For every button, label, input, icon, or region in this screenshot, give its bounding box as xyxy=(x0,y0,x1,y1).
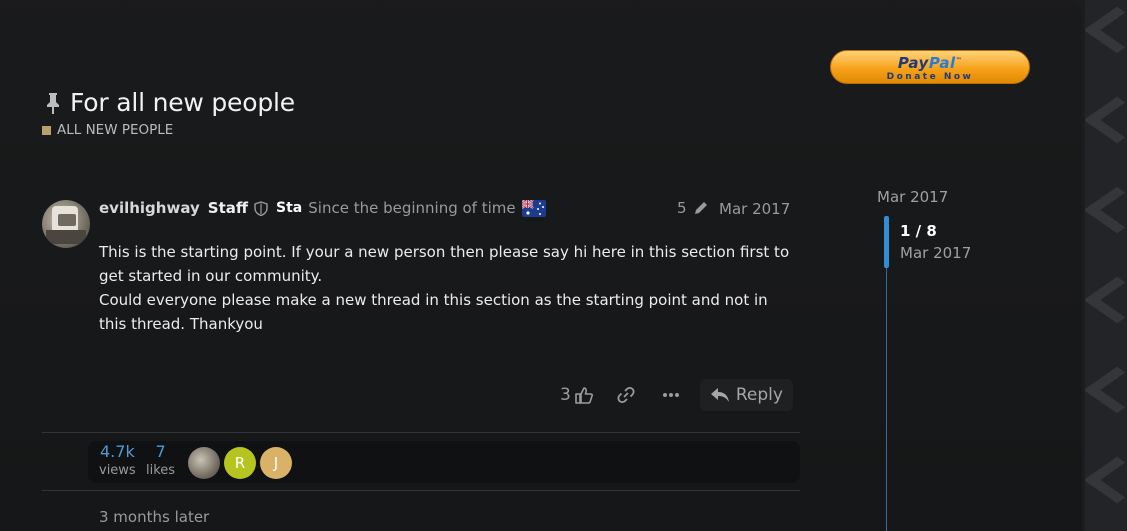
category-badge[interactable]: ALL NEW PEOPLE xyxy=(42,122,173,138)
topic-title-row: For all new people xyxy=(42,88,295,117)
category-color-square xyxy=(42,125,51,135)
views-label: views xyxy=(99,463,136,478)
ellipsis-icon xyxy=(662,393,679,397)
participant-avatar[interactable]: J xyxy=(260,447,292,479)
decorative-side-stripe xyxy=(1085,0,1127,531)
like-count: 3 xyxy=(560,385,571,405)
views-stat[interactable]: 4.7k views xyxy=(99,442,136,480)
paypal-donate-button[interactable]: PayPal™ Donate Now xyxy=(830,50,1030,84)
user-title: Since the beginning of time xyxy=(308,199,516,217)
timeline-start-date[interactable]: Mar 2017 xyxy=(877,188,948,206)
user-flair: Sta xyxy=(276,200,303,216)
link-icon xyxy=(617,386,635,404)
timeline-position: 1 / 8 xyxy=(900,222,937,240)
heart-icon xyxy=(575,387,593,404)
time-gap-label: 3 months later xyxy=(99,508,210,526)
avatar[interactable] xyxy=(42,200,90,248)
timeline-current-date: Mar 2017 xyxy=(900,244,972,262)
divider xyxy=(42,432,800,433)
australia-flag-icon xyxy=(521,199,546,217)
like-button[interactable]: 3 xyxy=(560,385,594,405)
post-paragraph: Could everyone please make a new thread … xyxy=(99,291,768,333)
copy-link-button[interactable] xyxy=(616,386,636,404)
post-meta: evilhighway Staff Sta Since the beginnin… xyxy=(99,199,546,217)
participant-avatar[interactable] xyxy=(188,447,220,479)
paypal-logo: PayPal™ xyxy=(897,54,963,72)
divider xyxy=(42,490,800,491)
edit-history-button[interactable]: 5 xyxy=(677,199,709,217)
post-paragraph: This is the starting point. If your a ne… xyxy=(99,243,790,285)
shield-icon xyxy=(254,200,268,216)
pin-icon xyxy=(47,92,59,114)
reply-button[interactable]: Reply xyxy=(699,379,793,411)
pencil-icon xyxy=(694,202,707,214)
donate-now-label: Donate Now xyxy=(886,72,974,82)
reply-icon xyxy=(710,388,729,402)
edit-count: 5 xyxy=(677,199,687,217)
more-actions-button[interactable] xyxy=(662,392,680,398)
participant-avatar[interactable]: R xyxy=(224,447,256,479)
post-date[interactable]: Mar 2017 xyxy=(719,200,790,218)
likes-count: 7 xyxy=(155,442,166,461)
likes-stat[interactable]: 7 likes xyxy=(146,442,175,480)
topic-title[interactable]: For all new people xyxy=(70,88,295,117)
post-actions: 3 Reply xyxy=(560,378,793,412)
post-body: This is the starting point. If your a ne… xyxy=(99,240,799,336)
reply-label: Reply xyxy=(735,385,783,405)
likes-label: likes xyxy=(146,463,176,478)
views-count: 4.7k xyxy=(100,442,135,461)
user-group: Staff xyxy=(207,199,249,217)
timeline-handle[interactable] xyxy=(884,216,889,268)
category-name: ALL NEW PEOPLE xyxy=(57,122,174,138)
username-link[interactable]: evilhighway xyxy=(99,199,200,217)
